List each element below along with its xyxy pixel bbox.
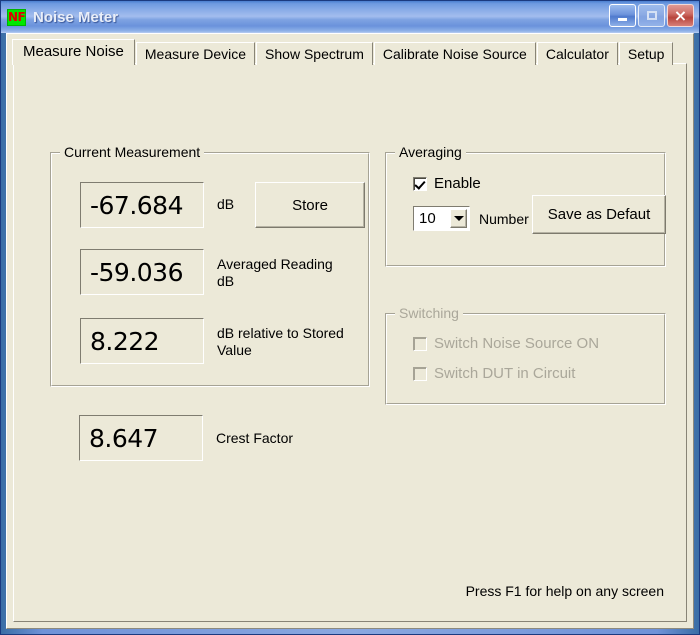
readout-current-db: -67.684 <box>80 182 204 228</box>
minimize-icon <box>618 17 627 21</box>
tab-strip: Measure Noise Measure Device Show Spectr… <box>12 39 687 65</box>
maximize-icon <box>646 11 657 20</box>
save-as-default-button[interactable]: Save as Defaut <box>532 195 666 234</box>
help-hint-text: Press F1 for help on any screen <box>465 583 664 599</box>
group-title-switching: Switching <box>395 305 463 321</box>
tab-calculator[interactable]: Calculator <box>536 42 618 65</box>
label-current-db: dB <box>217 196 235 212</box>
application-window: NF Noise Meter × Measure Noise Measure D… <box>0 0 700 635</box>
averaging-number-value: 10 <box>419 210 436 227</box>
close-button[interactable]: × <box>667 4 694 27</box>
readout-relative-to-stored: 8.222 <box>80 318 204 364</box>
group-title-averaging: Averaging <box>395 144 466 160</box>
tab-measure-noise[interactable]: Measure Noise <box>12 39 135 65</box>
tab-calibrate-noise-source[interactable]: Calibrate Noise Source <box>373 42 536 65</box>
store-button[interactable]: Store <box>255 182 365 228</box>
group-title-current-measurement: Current Measurement <box>60 144 205 160</box>
averaging-enable-checkbox[interactable]: Enable <box>413 175 481 192</box>
tab-page-measure-noise: Current Measurement -67.684 dB Store -59… <box>13 63 687 622</box>
checkbox-icon <box>413 176 427 191</box>
window-controls: × <box>609 4 694 27</box>
label-crest-factor: Crest Factor <box>216 430 294 446</box>
label-averaged-reading: Averaged Reading dB <box>217 256 333 289</box>
checkbox-icon <box>413 366 427 381</box>
averaging-number-select[interactable]: 10 <box>413 206 470 231</box>
title-bar[interactable]: NF Noise Meter × <box>1 1 699 33</box>
label-relative-to-stored: dB relative to Stored Value <box>217 325 344 358</box>
switch-dut-checkbox: Switch DUT in Circuit <box>413 365 575 382</box>
maximize-button[interactable] <box>638 4 665 27</box>
readout-crest-factor: 8.647 <box>79 415 203 461</box>
app-icon: NF <box>7 8 26 26</box>
switch-noise-source-label: Switch Noise Source ON <box>434 335 600 352</box>
tab-show-spectrum[interactable]: Show Spectrum <box>256 42 373 65</box>
tab-setup[interactable]: Setup <box>618 42 674 65</box>
tab-measure-device[interactable]: Measure Device <box>135 42 256 65</box>
group-current-measurement: Current Measurement -67.684 dB Store -59… <box>50 144 370 387</box>
window-title: Noise Meter <box>33 8 119 26</box>
group-border <box>386 314 665 404</box>
close-icon: × <box>673 5 688 25</box>
minimize-button[interactable] <box>609 4 636 27</box>
switch-dut-label: Switch DUT in Circuit <box>434 365 576 382</box>
averaging-enable-label: Enable <box>434 175 481 192</box>
averaging-number-label: Number <box>479 211 529 227</box>
checkbox-icon <box>413 336 427 351</box>
client-area: Measure Noise Measure Device Show Spectr… <box>6 33 694 629</box>
group-switching: Switching Switch Noise Source ON Switch … <box>385 305 666 405</box>
switch-noise-source-checkbox: Switch Noise Source ON <box>413 335 599 352</box>
readout-averaged-reading: -59.036 <box>80 249 204 295</box>
chevron-down-icon[interactable] <box>450 209 467 228</box>
group-averaging: Averaging Enable 10 Number Save as Defau… <box>385 144 666 267</box>
